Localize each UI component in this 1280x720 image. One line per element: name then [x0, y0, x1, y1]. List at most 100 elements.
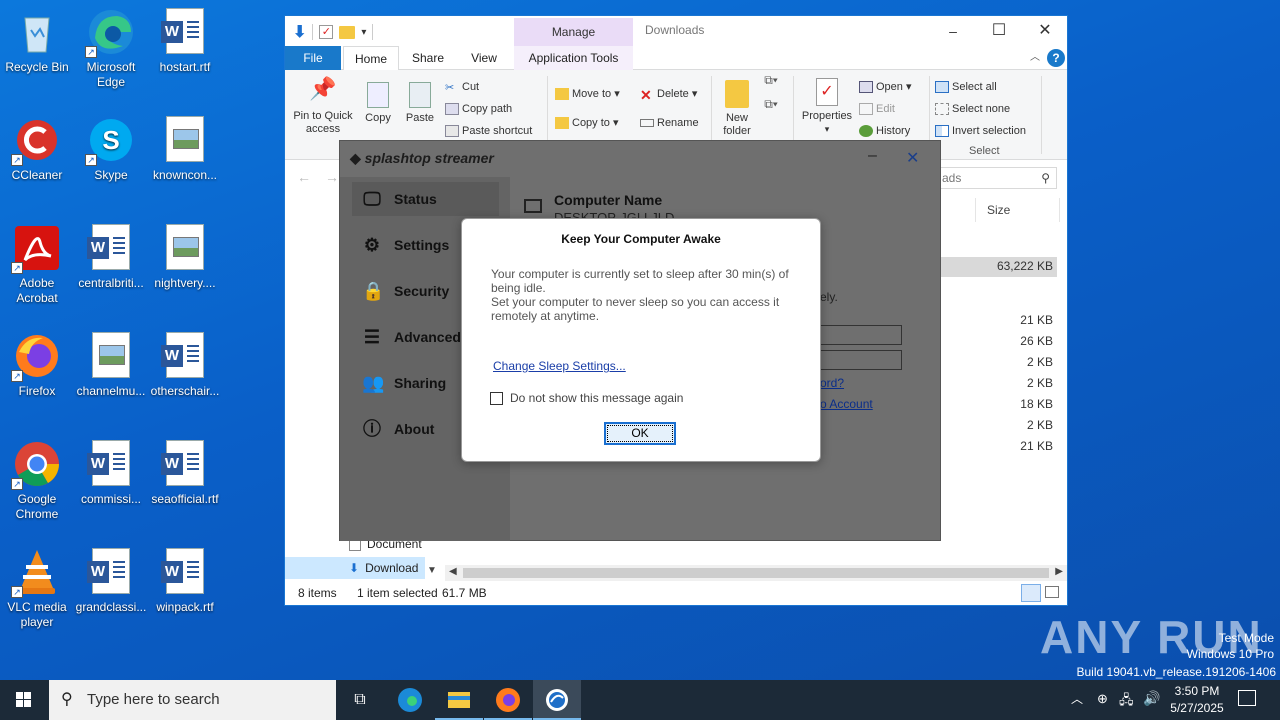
desktop-icon-ccleaner[interactable]: ↗ CCleaner — [0, 116, 74, 183]
desktop-icon-centralbriti[interactable]: W centralbriti... — [74, 224, 148, 291]
minimize-icon[interactable]: – — [930, 16, 976, 46]
scroll-right-icon[interactable]: ▶ — [1055, 566, 1063, 577]
desktop-icon-recycle-bin[interactable]: Recycle Bin — [0, 8, 74, 75]
splashtop-header: ◆ splashtop streamer – ✕ — [340, 141, 940, 177]
select-all-button[interactable]: Select all — [935, 80, 997, 94]
maximize-button[interactable]: ☐ — [976, 16, 1022, 46]
desktop-icon-google-chrome[interactable]: ↗ Google Chrome — [0, 440, 74, 522]
desktop-icon-knowncon[interactable]: knowncon... — [148, 116, 222, 183]
tab-application-tools[interactable]: Application Tools — [514, 46, 633, 70]
taskbar-file-explorer[interactable] — [435, 680, 483, 720]
email-field[interactable] — [820, 325, 902, 345]
desktop-icon-label: Skype — [94, 168, 128, 182]
tab-view[interactable]: View — [461, 46, 507, 70]
large-icons-view-icon[interactable] — [1045, 586, 1059, 598]
network-tray-icon[interactable]: ⊕ — [1097, 691, 1108, 707]
ethernet-tray-icon[interactable]: 🖧 — [1119, 691, 1134, 713]
manage-contextual-tab[interactable]: Manage — [514, 18, 633, 46]
edit-button[interactable]: Edit — [859, 102, 895, 116]
taskbar-splashtop[interactable] — [533, 680, 581, 720]
taskbar-firefox[interactable] — [484, 680, 532, 720]
windows-logo-icon — [16, 692, 31, 707]
copy-path-button[interactable]: Copy path — [445, 102, 512, 116]
desktop-icon-channelmu[interactable]: channelmu... — [74, 332, 148, 399]
copy-to-button[interactable]: Copy to ▾ — [555, 116, 619, 130]
new-folder-button[interactable]: New folder — [717, 80, 757, 138]
clock[interactable]: 3:50 PM 5/27/2025 — [1164, 683, 1230, 717]
copy-button[interactable]: Copy — [361, 82, 395, 125]
details-view-icon[interactable] — [1021, 584, 1041, 602]
show-hidden-icons-chevron[interactable]: ︿ — [1071, 690, 1083, 707]
nav-scroll-down-icon[interactable]: ▼ — [427, 565, 437, 576]
horizontal-scrollbar[interactable]: ◀ ▶ — [445, 565, 1067, 581]
new-folder-icon[interactable] — [339, 25, 356, 39]
cut-button[interactable]: ✂ Cut — [445, 80, 479, 94]
paste-shortcut-icon — [445, 125, 459, 138]
keep-awake-dialog[interactable]: Keep Your Computer Awake Your computer i… — [461, 218, 821, 462]
forgot-password-link[interactable]: ord? — [820, 376, 844, 390]
tab-file[interactable]: File — [285, 46, 341, 70]
desktop-icon-label: Microsoft Edge — [86, 60, 136, 89]
forward-arrow-icon[interactable]: → — [325, 169, 339, 185]
new-item-button[interactable]: ⧉▾ — [759, 74, 783, 87]
notifications-icon[interactable] — [1238, 690, 1256, 706]
taskbar-search-box[interactable]: ⚲ Type here to search — [49, 680, 336, 720]
splashtop-close-button[interactable]: ✕ — [906, 148, 919, 168]
desktop-icon-grandclassi[interactable]: W grandclassi... — [74, 548, 148, 615]
desktop-icon-firefox[interactable]: ↗ Firefox — [0, 332, 74, 399]
sidebar-item-status[interactable]: 🖵 Status — [352, 182, 499, 216]
scroll-left-icon[interactable]: ◀ — [449, 566, 457, 577]
start-button[interactable] — [0, 680, 48, 720]
select-none-button[interactable]: Select none — [935, 102, 1010, 116]
delete-button[interactable]: ✕ Delete ▾ — [640, 87, 697, 102]
open-button[interactable]: Open ▾ — [859, 80, 912, 94]
desktop-icon-otherschair[interactable]: W otherschair... — [148, 332, 222, 399]
desktop-icon-nightvery[interactable]: nightvery.... — [148, 224, 222, 291]
paste-button[interactable]: Paste — [403, 82, 437, 125]
invert-selection-button[interactable]: Invert selection — [935, 124, 1026, 138]
qat-dropdown-icon[interactable]: ▾ — [361, 27, 366, 38]
pin-quick-access-button[interactable]: 📌 Pin to Quick access — [291, 78, 355, 136]
easy-access-button[interactable]: ⧉▾ — [759, 98, 783, 111]
tab-home[interactable]: Home — [343, 46, 399, 71]
desktop-icon-vlc[interactable]: ↗ VLC media player — [0, 548, 74, 630]
size-column-header[interactable]: Size — [987, 203, 1010, 217]
explorer-titlebar: ⬇ ✓ ▾ Manage Downloads — – ☐ ✕ — [285, 16, 1067, 46]
folder-icon — [725, 80, 749, 108]
rename-button[interactable]: Rename — [640, 116, 699, 130]
task-view-button[interactable]: ⧉ — [336, 680, 384, 720]
desktop-icon-skype[interactable]: S ↗ Skype — [74, 116, 148, 183]
desktop-icon-microsoft-edge[interactable]: ↗ Microsoft Edge — [74, 8, 148, 90]
folder-icon — [448, 692, 470, 708]
download-arrow-icon[interactable]: ⬇ — [293, 22, 306, 42]
move-to-button[interactable]: Move to ▾ — [555, 87, 620, 101]
tab-share[interactable]: Share — [405, 46, 451, 70]
desktop-icon-hostart[interactable]: W hostart.rtf — [148, 8, 222, 75]
help-icon[interactable]: ? — [1047, 49, 1065, 67]
desktop-icon-seaofficial[interactable]: W seaofficial.rtf — [148, 440, 222, 507]
desktop-icon-commissi[interactable]: W commissi... — [74, 440, 148, 507]
scroll-thumb[interactable] — [463, 568, 1049, 578]
volume-tray-icon[interactable]: 🔊 — [1143, 690, 1160, 707]
properties-check-icon[interactable]: ✓ — [319, 25, 334, 39]
ok-button[interactable]: OK — [604, 422, 676, 445]
splashtop-minimize-button[interactable]: – — [868, 147, 877, 165]
back-arrow-icon[interactable]: ← — [297, 169, 311, 185]
paste-shortcut-button[interactable]: Paste shortcut — [445, 124, 532, 138]
change-sleep-settings-link[interactable]: Change Sleep Settings... — [493, 359, 626, 373]
selection-count: 1 item selected — [357, 586, 438, 600]
password-field[interactable] — [820, 350, 902, 370]
history-button[interactable]: History — [859, 124, 910, 138]
desktop-icon-label: knowncon... — [152, 168, 218, 182]
nav-item-downloads[interactable]: ⬇ Download — [285, 557, 425, 579]
collapse-ribbon-icon[interactable]: ︿ — [1027, 46, 1043, 70]
desktop-icon-adobe-acrobat[interactable]: ↗ Adobe Acrobat — [0, 224, 74, 306]
properties-button[interactable]: ✓ Properties ▾ — [799, 78, 855, 136]
dont-show-again-checkbox[interactable] — [490, 392, 503, 405]
close-button[interactable]: ✕ — [1022, 16, 1068, 46]
desktop-icon-winpack[interactable]: W winpack.rtf — [148, 548, 222, 615]
create-account-link[interactable]: o Account — [820, 397, 873, 411]
taskbar-edge[interactable] — [386, 680, 434, 720]
search-box[interactable]: ads ⚲ — [937, 167, 1057, 189]
firefox-icon: ↗ — [11, 332, 61, 382]
